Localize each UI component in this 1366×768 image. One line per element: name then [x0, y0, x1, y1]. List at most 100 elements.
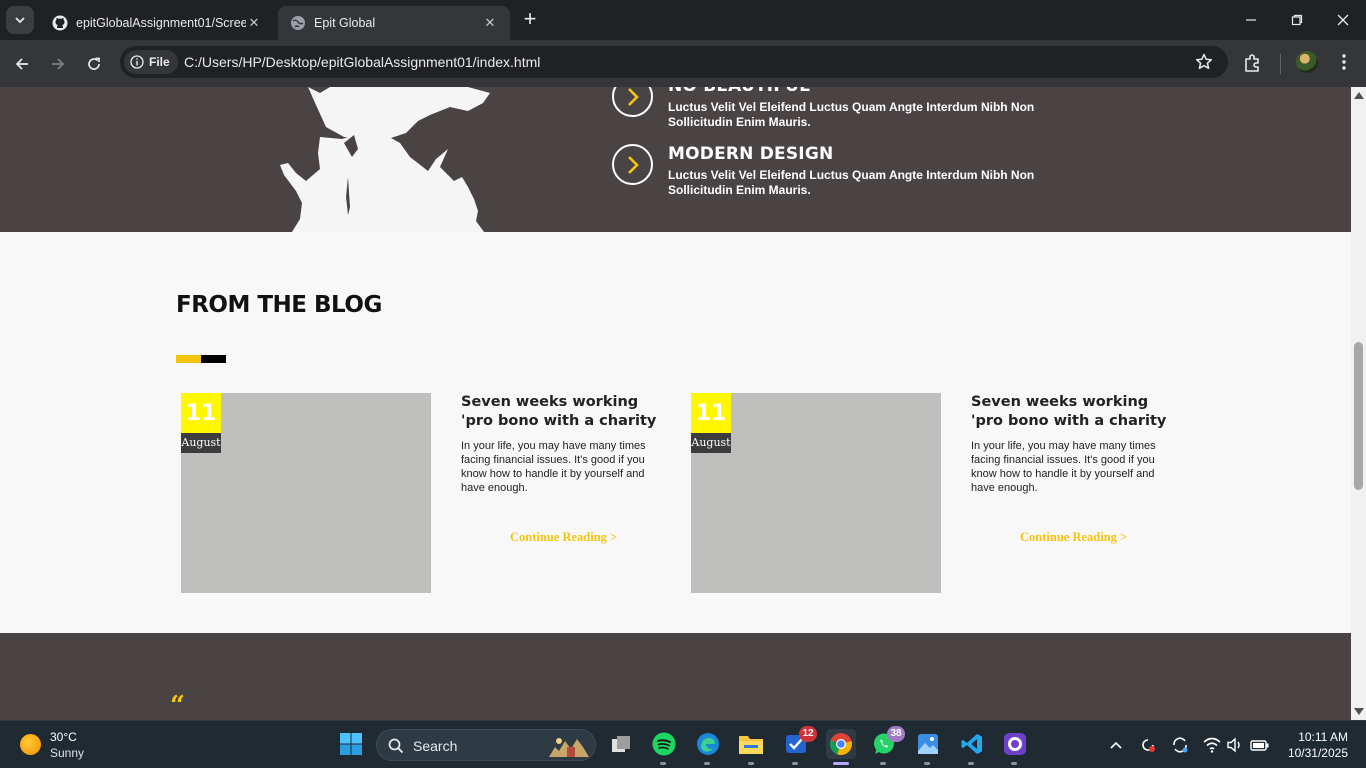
- blog-post-content: Seven weeks working 'pro bono with a cha…: [461, 393, 671, 495]
- reload-button[interactable]: [80, 50, 108, 78]
- vscode-icon: [961, 734, 982, 754]
- clock-time[interactable]: 10:11 AM: [1294, 730, 1348, 744]
- tab-strip: epitGlobalAssignment01/Screen ✕ Epit Glo…: [0, 0, 1366, 40]
- feature-description: Luctus Velit Vel Eleifend Luctus Quam An…: [668, 168, 1035, 197]
- back-button[interactable]: [8, 50, 36, 78]
- new-tab-button[interactable]: +: [518, 8, 542, 32]
- continue-reading-link[interactable]: Continue Reading >: [1020, 530, 1127, 545]
- close-window-button[interactable]: [1320, 0, 1366, 40]
- page-scrollbar[interactable]: [1351, 87, 1366, 720]
- weather-temperature[interactable]: 30°C: [50, 730, 77, 744]
- scroll-up-arrow-icon[interactable]: [1354, 92, 1364, 99]
- windows-taskbar: 30°C Sunny Search 12 38 10:11 AM 10/31/2…: [0, 720, 1366, 768]
- globe-icon: [291, 16, 305, 30]
- search-label: Search: [413, 738, 458, 754]
- file-explorer-app[interactable]: [738, 731, 764, 757]
- speaker-icon: [1227, 737, 1240, 753]
- toolbar-divider: [1280, 54, 1281, 74]
- blog-post-image[interactable]: 11 August: [691, 393, 941, 593]
- site-info-chip[interactable]: File: [124, 50, 178, 74]
- profile-avatar[interactable]: [1296, 51, 1318, 73]
- scrollbar-thumb[interactable]: [1354, 342, 1363, 490]
- chevron-down-icon: [15, 17, 25, 24]
- features-section: NO BEAUTIFUL Luctus Velit Vel Eleifend L…: [0, 87, 1351, 232]
- continue-reading-link[interactable]: Continue Reading >: [510, 530, 617, 545]
- heading-underline-accent: [176, 355, 201, 363]
- blog-post-image[interactable]: 11 August: [181, 393, 431, 593]
- page-viewport: NO BEAUTIFUL Luctus Velit Vel Eleifend L…: [0, 87, 1351, 720]
- minimize-icon: [1246, 19, 1256, 21]
- taskbar-search[interactable]: Search: [376, 729, 596, 761]
- heading-underline-dark: [201, 355, 226, 363]
- spotify-app[interactable]: [651, 731, 677, 757]
- running-indicator: [792, 762, 798, 765]
- sun-icon[interactable]: [20, 734, 41, 755]
- tray-app[interactable]: [1138, 735, 1158, 755]
- vscode-app[interactable]: [959, 731, 985, 757]
- url-text[interactable]: C:/Users/HP/Desktop/epitGlobalAssignment…: [184, 54, 540, 70]
- blog-section-heading: FROM THE BLOG: [176, 292, 382, 318]
- photos-app[interactable]: [915, 731, 941, 757]
- post-excerpt: In your life, you may have many times fa…: [461, 440, 646, 494]
- tab-epit-global[interactable]: Epit Global ✕: [278, 6, 510, 40]
- tray-app[interactable]: [1170, 735, 1190, 755]
- restore-button[interactable]: [1274, 0, 1320, 40]
- post-date-day: 11: [691, 393, 731, 433]
- github-desktop-icon: [1004, 733, 1026, 755]
- task-view-icon: [612, 736, 630, 752]
- tab-search-button[interactable]: [6, 6, 34, 34]
- todo-app[interactable]: 12: [783, 726, 817, 757]
- running-indicator: [660, 762, 666, 765]
- weather-condition[interactable]: Sunny: [50, 746, 84, 760]
- post-date-month: August: [181, 433, 221, 453]
- feature-description: Luctus Velit Vel Eleifend Luctus Quam An…: [668, 100, 1035, 129]
- whatsapp-app[interactable]: 38: [871, 726, 905, 757]
- scroll-down-arrow-icon[interactable]: [1354, 708, 1364, 715]
- running-indicator: [1011, 762, 1017, 765]
- mascot-silhouette-image: [280, 87, 490, 232]
- task-view-button[interactable]: [608, 731, 634, 757]
- restore-icon: [1291, 14, 1303, 26]
- bookmark-star-icon[interactable]: [1194, 52, 1214, 72]
- active-indicator: [833, 762, 849, 765]
- reload-icon: [88, 57, 100, 70]
- running-indicator: [880, 762, 886, 765]
- chevron-circle-icon: [612, 144, 653, 185]
- feature-title: MODERN DESIGN: [668, 144, 834, 164]
- battery-status[interactable]: [1250, 735, 1270, 755]
- running-indicator: [968, 762, 974, 765]
- blog-post-content: Seven weeks working 'pro bono with a cha…: [971, 393, 1181, 495]
- edge-app[interactable]: [695, 731, 721, 757]
- search-icon: [388, 738, 404, 754]
- extensions-icon[interactable]: [1242, 52, 1264, 74]
- address-bar[interactable]: File C:/Users/HP/Desktop/epitGlobalAssig…: [120, 46, 1228, 78]
- battery-icon: [1250, 740, 1269, 751]
- clock-date[interactable]: 10/31/2025: [1284, 746, 1348, 760]
- wifi-status[interactable]: [1202, 735, 1222, 755]
- github-desktop-app[interactable]: [1002, 731, 1028, 757]
- github-icon: [52, 15, 68, 31]
- spotify-icon: [652, 732, 676, 756]
- minimize-button[interactable]: [1228, 0, 1274, 40]
- chevron-circle-icon: [612, 87, 653, 117]
- tab-github-screen[interactable]: epitGlobalAssignment01/Screen ✕: [40, 6, 274, 40]
- notification-badge: 12: [799, 726, 817, 742]
- tab-close-icon[interactable]: ✕: [246, 15, 262, 31]
- tab-title: Epit Global: [314, 16, 376, 30]
- feature-title: NO BEAUTIFUL: [668, 87, 810, 96]
- notification-badge: 38: [887, 726, 905, 742]
- chrome-app[interactable]: [826, 729, 856, 759]
- more-vert-icon[interactable]: [1334, 52, 1354, 72]
- start-button[interactable]: [338, 731, 364, 757]
- volume-status[interactable]: [1225, 735, 1245, 755]
- running-indicator: [924, 762, 930, 765]
- post-date-day: 11: [181, 393, 221, 433]
- windows-logo-icon: [340, 733, 362, 755]
- edge-icon: [697, 733, 719, 755]
- running-indicator: [704, 762, 710, 765]
- forward-button[interactable]: [44, 50, 72, 78]
- show-hidden-icons-button[interactable]: [1106, 735, 1126, 755]
- tab-close-icon[interactable]: ✕: [482, 15, 498, 31]
- tab-title: epitGlobalAssignment01/Screen: [76, 16, 246, 30]
- arrow-left-icon: [15, 58, 28, 70]
